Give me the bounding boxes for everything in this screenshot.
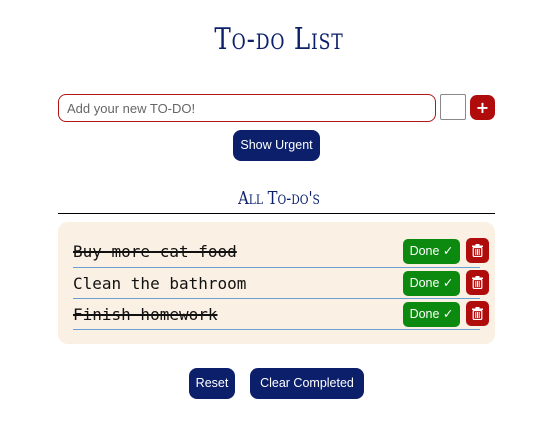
add-todo-button[interactable]: + [470,95,495,120]
todo-item-text: Buy more cat food [73,242,237,261]
reset-button[interactable]: Reset [189,368,235,399]
show-urgent-button[interactable]: Show Urgent [233,130,320,161]
todo-item: Clean the bathroom Done ✓ [73,268,489,299]
plus-icon: + [475,98,490,117]
todo-item-text: Finish homework [73,305,218,324]
delete-button[interactable] [466,301,489,326]
done-button[interactable]: Done ✓ [403,239,460,264]
delete-button[interactable] [466,270,489,295]
page-title: To-do List [214,22,344,57]
heading-divider [58,213,495,214]
new-todo-input[interactable] [58,94,436,122]
trash-icon [472,276,483,289]
urgent-checkbox[interactable] [440,94,466,120]
clear-completed-button[interactable]: Clear Completed [250,368,364,399]
trash-icon [472,244,483,257]
add-todo-form: + [58,94,496,122]
todo-item: Buy more cat food Done ✓ [73,236,489,268]
done-button[interactable]: Done ✓ [403,302,460,327]
todo-item-text: Clean the bathroom [73,274,247,293]
todo-list: Buy more cat food Done ✓ Clean the bathr… [58,222,495,344]
done-button[interactable]: Done ✓ [403,271,460,296]
trash-icon [472,307,483,320]
todo-item: Finish homework Done ✓ [73,299,489,330]
list-heading: All To-do's [238,188,320,209]
delete-button[interactable] [466,238,489,263]
